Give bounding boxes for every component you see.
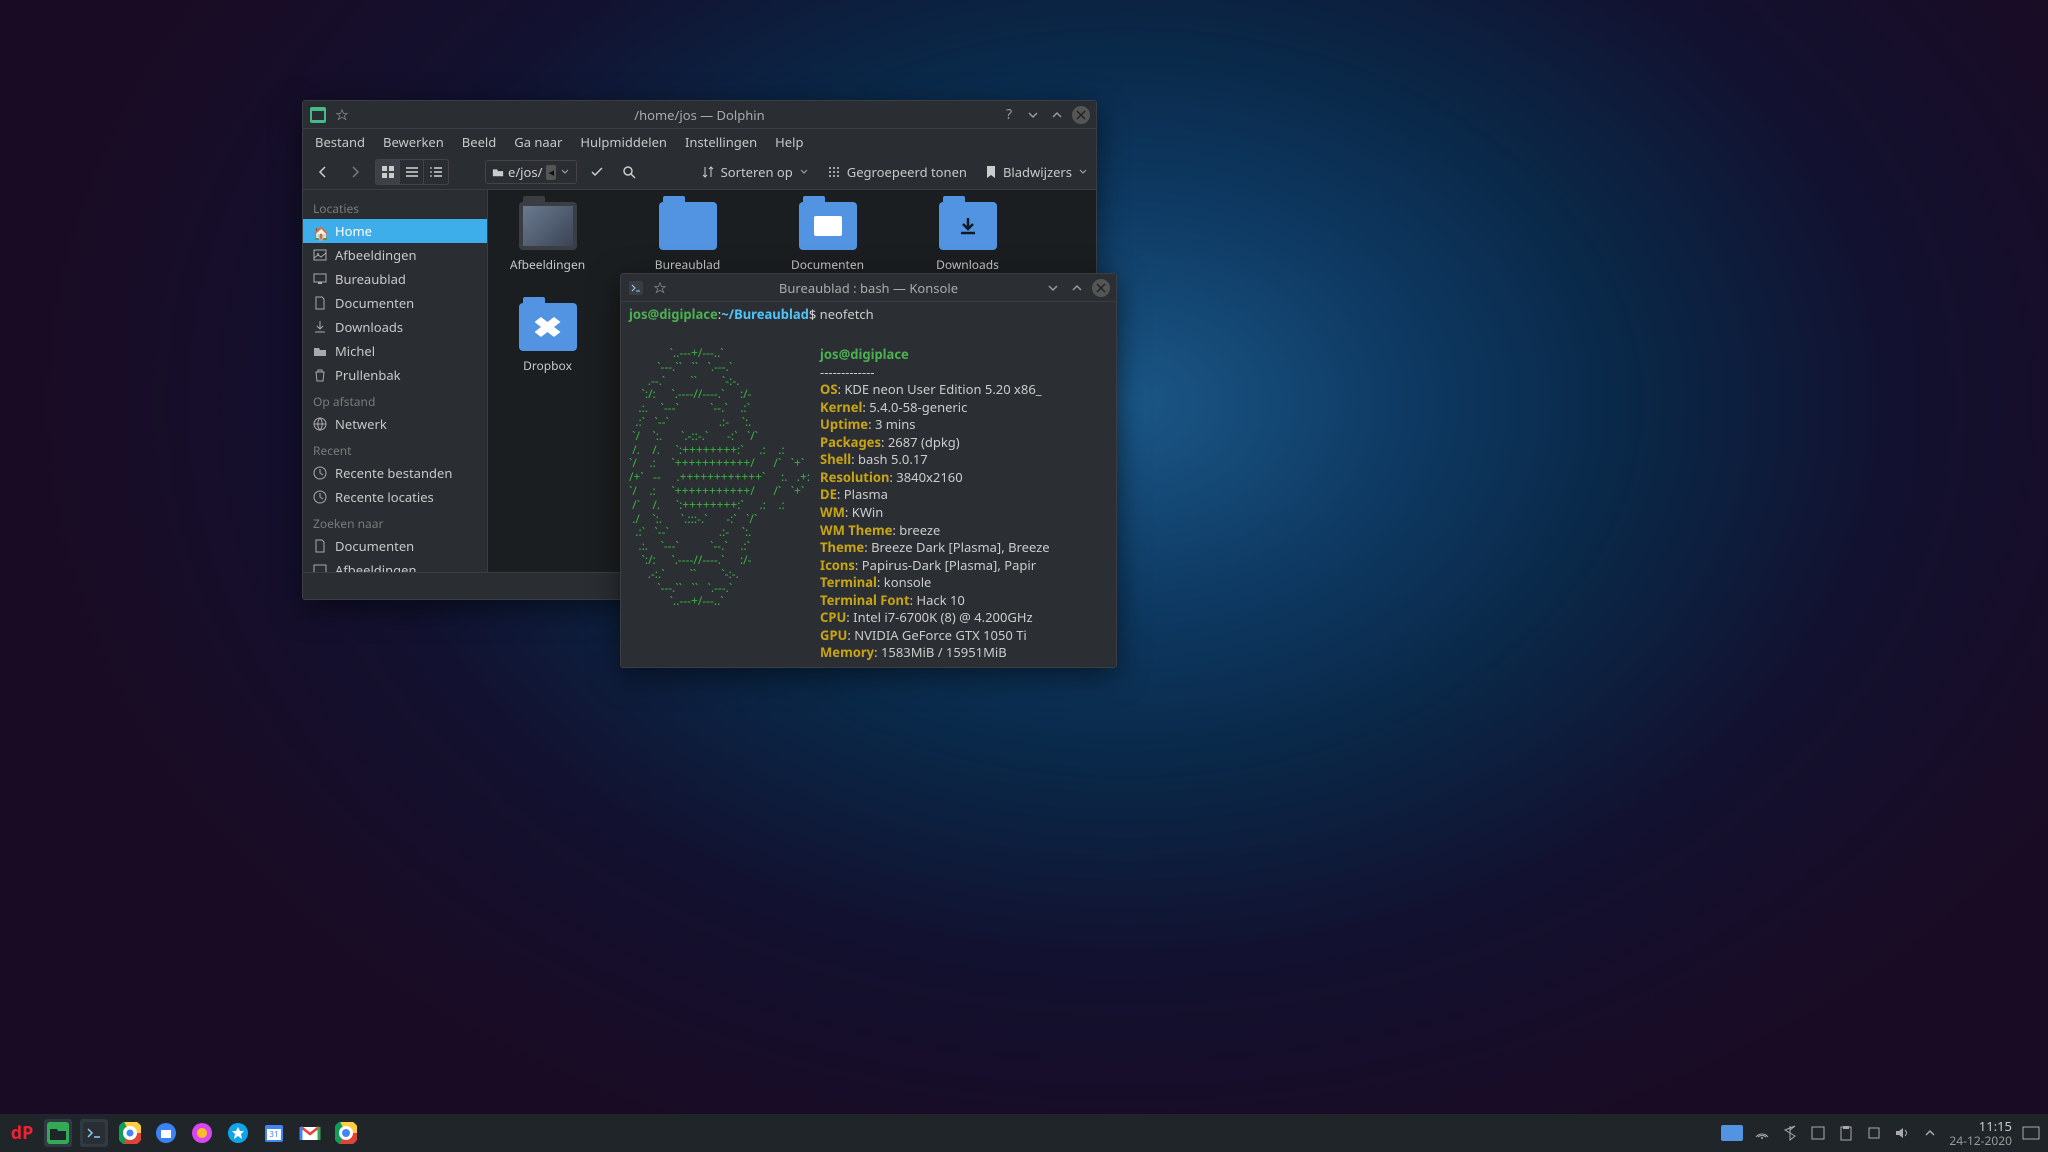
neofetch-ascii-logo: `..---+/---..` `---.`` `` `.---.` .--.` … [629, 346, 810, 608]
section-places: Locaties [303, 194, 487, 219]
view-compact-button[interactable] [400, 160, 424, 184]
menu-instellingen[interactable]: Instellingen [685, 133, 757, 151]
bookmarks-label: Bladwijzers [1003, 163, 1072, 181]
sidebar-item-downloads[interactable]: Downloads [303, 315, 487, 339]
app-launcher-icon[interactable]: dP [8, 1119, 36, 1147]
tray-app1-icon[interactable] [1809, 1124, 1827, 1142]
konsole-pin-icon[interactable] [651, 279, 669, 297]
section-remote: Op afstand [303, 387, 487, 412]
entered-command: neofetch [820, 305, 874, 323]
folder-dropbox[interactable]: Dropbox [500, 303, 595, 374]
grouped-label: Gegroepeerd tonen [847, 163, 967, 181]
menu-ga-naar[interactable]: Ga naar [514, 133, 562, 151]
dolphin-title: /home/jos — Dolphin [303, 106, 1096, 124]
tray-bluetooth-icon[interactable] [1781, 1124, 1799, 1142]
folder-afbeeldingen[interactable]: Afbeeldingen [500, 202, 595, 273]
taskbar-calendar-icon[interactable]: 31 [260, 1119, 288, 1147]
minimize-icon[interactable] [1024, 106, 1042, 124]
prompt-user: jos@digiplace [629, 305, 718, 323]
sidebar-item-documenten[interactable]: Documenten [303, 291, 487, 315]
taskbar: dP 31 11:15 24-12-2020 [0, 1114, 2048, 1152]
terminal-output[interactable]: jos@digiplace:~/Bureaublad$ neofetch `..… [621, 302, 1116, 667]
taskbar-konsole-icon[interactable] [80, 1119, 108, 1147]
sidebar-item-recente-bestanden[interactable]: Recente bestanden [303, 461, 487, 485]
tray-network-icon[interactable] [1753, 1124, 1771, 1142]
tray-app2-icon[interactable] [1865, 1124, 1883, 1142]
sidebar-item-bureaublad[interactable]: Bureaublad [303, 267, 487, 291]
folder-bureaublad[interactable]: Bureaublad [640, 202, 735, 273]
help-icon[interactable]: ? [1000, 106, 1018, 124]
neofetch-info: jos@digiplace ------------- OS: KDE neon… [820, 346, 1050, 667]
bookmarks-button[interactable]: Bladwijzers [985, 163, 1088, 181]
section-recent: Recent [303, 436, 487, 461]
sidebar-search-afbeeldingen[interactable]: Afbeeldingen [303, 558, 487, 572]
search-button[interactable] [617, 160, 641, 184]
svg-text:31: 31 [269, 1129, 278, 1140]
taskbar-gmail-icon[interactable] [296, 1119, 324, 1147]
sidebar-item-home[interactable]: 🏠Home [303, 219, 487, 243]
taskbar-chrome-icon[interactable] [116, 1119, 144, 1147]
tray-keyboard-indicator[interactable] [1721, 1125, 1743, 1141]
sidebar-item-afbeeldingen[interactable]: Afbeeldingen [303, 243, 487, 267]
konsole-app-icon [627, 279, 645, 297]
konsole-titlebar[interactable]: Bureaublad : bash — Konsole [621, 274, 1116, 302]
sort-label: Sorteren op [721, 163, 793, 181]
taskbar-chrome2-icon[interactable] [332, 1119, 360, 1147]
folder-icon [939, 202, 997, 250]
sidebar-search-documenten[interactable]: Documenten [303, 534, 487, 558]
tray-clipboard-icon[interactable] [1837, 1124, 1855, 1142]
close-icon[interactable] [1072, 106, 1090, 124]
view-details-button[interactable] [424, 160, 448, 184]
sidebar-item-michel[interactable]: Michel [303, 339, 487, 363]
clock-date: 24-12-2020 [1949, 1134, 2012, 1147]
maximize-icon[interactable] [1048, 106, 1066, 124]
clock[interactable]: 11:15 24-12-2020 [1949, 1119, 2012, 1146]
sidebar-item-recente-locaties[interactable]: Recente locaties [303, 485, 487, 509]
folder-icon [659, 202, 717, 250]
konsole-title: Bureaublad : bash — Konsole [621, 279, 1116, 297]
menu-bestand[interactable]: Bestand [315, 133, 365, 151]
dolphin-sidebar: Locaties 🏠Home Afbeeldingen Bureaublad D… [303, 190, 488, 572]
konsole-window: Bureaublad : bash — Konsole jos@digiplac… [620, 273, 1117, 668]
sort-button[interactable]: Sorteren op [701, 163, 809, 181]
taskbar-app4-icon[interactable] [152, 1119, 180, 1147]
prompt-path: ~/Bureaublad [721, 305, 809, 323]
grouped-button[interactable]: Gegroepeerd tonen [827, 163, 967, 181]
dolphin-menubar: Bestand Bewerken Beeld Ga naar Hulpmidde… [303, 129, 1096, 155]
tray-volume-icon[interactable] [1893, 1124, 1911, 1142]
confirm-path-button[interactable] [585, 160, 609, 184]
folder-icon [519, 202, 577, 250]
konsole-close-icon[interactable] [1092, 279, 1110, 297]
path-text: e/jos/ [508, 163, 542, 181]
folder-downloads[interactable]: Downloads [920, 202, 1015, 273]
back-button[interactable] [311, 160, 335, 184]
folder-documenten[interactable]: Documenten [780, 202, 875, 273]
pin-icon[interactable] [333, 106, 351, 124]
sidebar-item-prullenbak[interactable]: Prullenbak [303, 363, 487, 387]
dolphin-titlebar[interactable]: /home/jos — Dolphin ? [303, 101, 1096, 129]
menu-hulpmiddelen[interactable]: Hulpmiddelen [580, 133, 667, 151]
folder-icon [799, 202, 857, 250]
konsole-maximize-icon[interactable] [1068, 279, 1086, 297]
forward-button[interactable] [343, 160, 367, 184]
dolphin-toolbar: e/jos/ ◂ Sorteren op Gegroepeerd tonen B… [303, 155, 1096, 190]
path-bar[interactable]: e/jos/ ◂ [485, 160, 577, 184]
app-icon [309, 106, 327, 124]
konsole-minimize-icon[interactable] [1044, 279, 1062, 297]
tray-desktop-icon[interactable] [2022, 1124, 2040, 1142]
view-mode-group [375, 159, 449, 185]
view-icons-button[interactable] [376, 160, 400, 184]
menu-bewerken[interactable]: Bewerken [383, 133, 444, 151]
menu-help[interactable]: Help [775, 133, 803, 151]
folder-icon [519, 303, 577, 351]
taskbar-dolphin-icon[interactable] [44, 1119, 72, 1147]
menu-beeld[interactable]: Beeld [462, 133, 496, 151]
taskbar-app5-icon[interactable] [188, 1119, 216, 1147]
section-search: Zoeken naar [303, 509, 487, 534]
tray-expand-icon[interactable] [1921, 1124, 1939, 1142]
sidebar-item-netwerk[interactable]: Netwerk [303, 412, 487, 436]
taskbar-app6-icon[interactable] [224, 1119, 252, 1147]
